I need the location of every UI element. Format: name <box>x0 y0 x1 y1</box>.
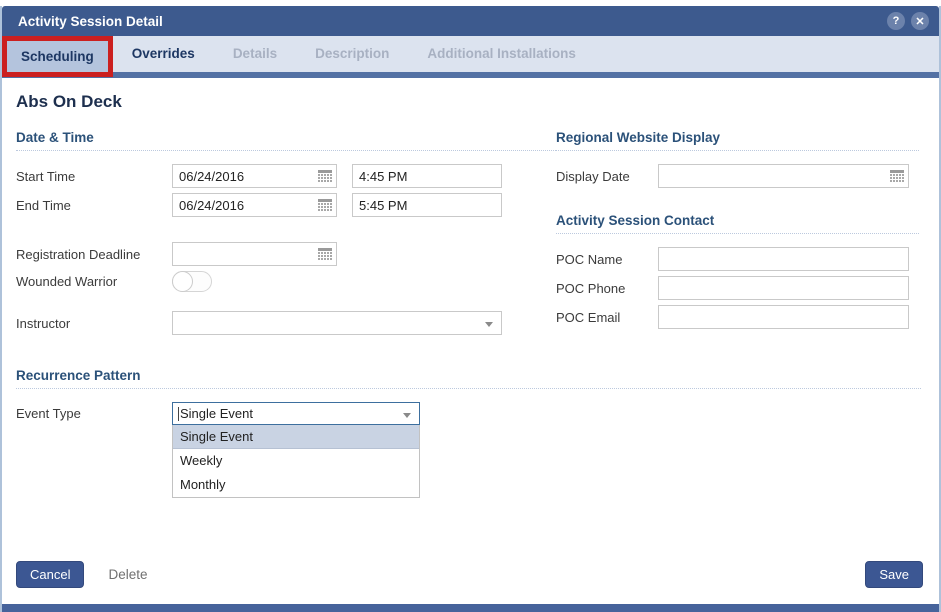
end-date-input[interactable] <box>172 193 337 217</box>
dialog-bottom-border <box>2 604 939 612</box>
section-date-time: Date & Time <box>16 130 556 151</box>
event-type-value: Single Event <box>180 406 253 421</box>
poc-phone-input[interactable] <box>658 276 909 300</box>
display-date-input[interactable] <box>658 164 909 188</box>
save-button[interactable]: Save <box>865 561 923 588</box>
wounded-warrior-label: Wounded Warrior <box>16 274 172 289</box>
calendar-icon[interactable] <box>890 170 904 183</box>
help-icon[interactable]: ? <box>887 12 905 30</box>
option-weekly[interactable]: Weekly <box>173 449 419 473</box>
screen: Activity Session Detail ? ✕ Scheduling O… <box>0 0 941 612</box>
tab-bar: Scheduling Overrides Details Description… <box>2 36 939 72</box>
poc-phone-label: POC Phone <box>556 281 658 296</box>
display-date-row: Display Date <box>556 164 919 188</box>
page-title: Abs On Deck <box>16 92 923 112</box>
registration-deadline-label: Registration Deadline <box>16 247 172 262</box>
option-single-event[interactable]: Single Event <box>173 425 419 449</box>
left-column: Date & Time Start Time <box>16 130 556 340</box>
tab-bar-accent-strip <box>2 72 939 78</box>
start-date-input[interactable] <box>172 164 337 188</box>
section-regional-website-display: Regional Website Display <box>556 130 919 151</box>
event-type-combobox[interactable]: Single Event <box>172 402 420 425</box>
poc-phone-row: POC Phone <box>556 276 919 300</box>
wounded-warrior-toggle[interactable] <box>172 271 212 292</box>
tab-details[interactable]: Details <box>214 36 296 72</box>
section-activity-session-contact: Activity Session Contact <box>556 213 919 234</box>
instructor-label: Instructor <box>16 316 172 331</box>
event-type-option-list: Single Event Weekly Monthly <box>172 425 420 498</box>
calendar-icon[interactable] <box>318 170 332 183</box>
registration-deadline-wrapper <box>172 242 337 266</box>
delete-link[interactable]: Delete <box>108 567 147 582</box>
dialog-footer: Cancel Delete Save <box>16 561 923 588</box>
start-date-wrapper <box>172 164 337 188</box>
option-monthly[interactable]: Monthly <box>173 473 419 497</box>
registration-deadline-row: Registration Deadline <box>16 242 556 266</box>
end-time-row: End Time <box>16 193 556 217</box>
event-type-label: Event Type <box>16 402 172 421</box>
chevron-down-icon <box>485 322 493 327</box>
start-time-row: Start Time <box>16 164 556 188</box>
end-date-wrapper <box>172 193 337 217</box>
poc-email-label: POC Email <box>556 310 658 325</box>
start-time-input[interactable] <box>352 164 502 188</box>
text-cursor <box>178 407 179 421</box>
right-column: Regional Website Display Display Date <box>556 130 923 340</box>
cancel-button[interactable]: Cancel <box>16 561 84 588</box>
poc-name-input[interactable] <box>658 247 909 271</box>
event-type-combobox-wrapper: Single Event Single Event Weekly Monthly <box>172 402 420 425</box>
display-date-wrapper <box>658 164 909 188</box>
tab-scheduling[interactable]: Scheduling <box>2 36 113 77</box>
instructor-dropdown[interactable] <box>172 311 502 335</box>
tab-additional-installations[interactable]: Additional Installations <box>408 36 595 72</box>
start-time-label: Start Time <box>16 169 172 184</box>
chevron-down-icon <box>403 413 411 418</box>
poc-name-label: POC Name <box>556 252 658 267</box>
tab-overrides[interactable]: Overrides <box>113 36 214 72</box>
dialog-titlebar: Activity Session Detail ? ✕ <box>2 6 939 36</box>
event-type-row: Event Type Single Event Single Event Wee… <box>16 402 923 425</box>
instructor-row: Instructor <box>16 311 556 335</box>
poc-email-row: POC Email <box>556 305 919 329</box>
tab-description[interactable]: Description <box>296 36 408 72</box>
display-date-label: Display Date <box>556 169 658 184</box>
calendar-icon[interactable] <box>318 248 332 261</box>
toggle-knob <box>172 271 193 292</box>
close-icon[interactable]: ✕ <box>911 12 929 30</box>
wounded-warrior-row: Wounded Warrior <box>16 271 556 292</box>
registration-deadline-input[interactable] <box>172 242 337 266</box>
section-recurrence-pattern: Recurrence Pattern <box>16 368 921 389</box>
dialog-title: Activity Session Detail <box>18 14 881 29</box>
poc-email-input[interactable] <box>658 305 909 329</box>
scheduling-tab-content: Abs On Deck Date & Time Start Time <box>2 78 939 604</box>
end-time-label: End Time <box>16 198 172 213</box>
poc-name-row: POC Name <box>556 247 919 271</box>
end-time-input[interactable] <box>352 193 502 217</box>
calendar-icon[interactable] <box>318 199 332 212</box>
activity-session-detail-dialog: Activity Session Detail ? ✕ Scheduling O… <box>0 6 941 612</box>
